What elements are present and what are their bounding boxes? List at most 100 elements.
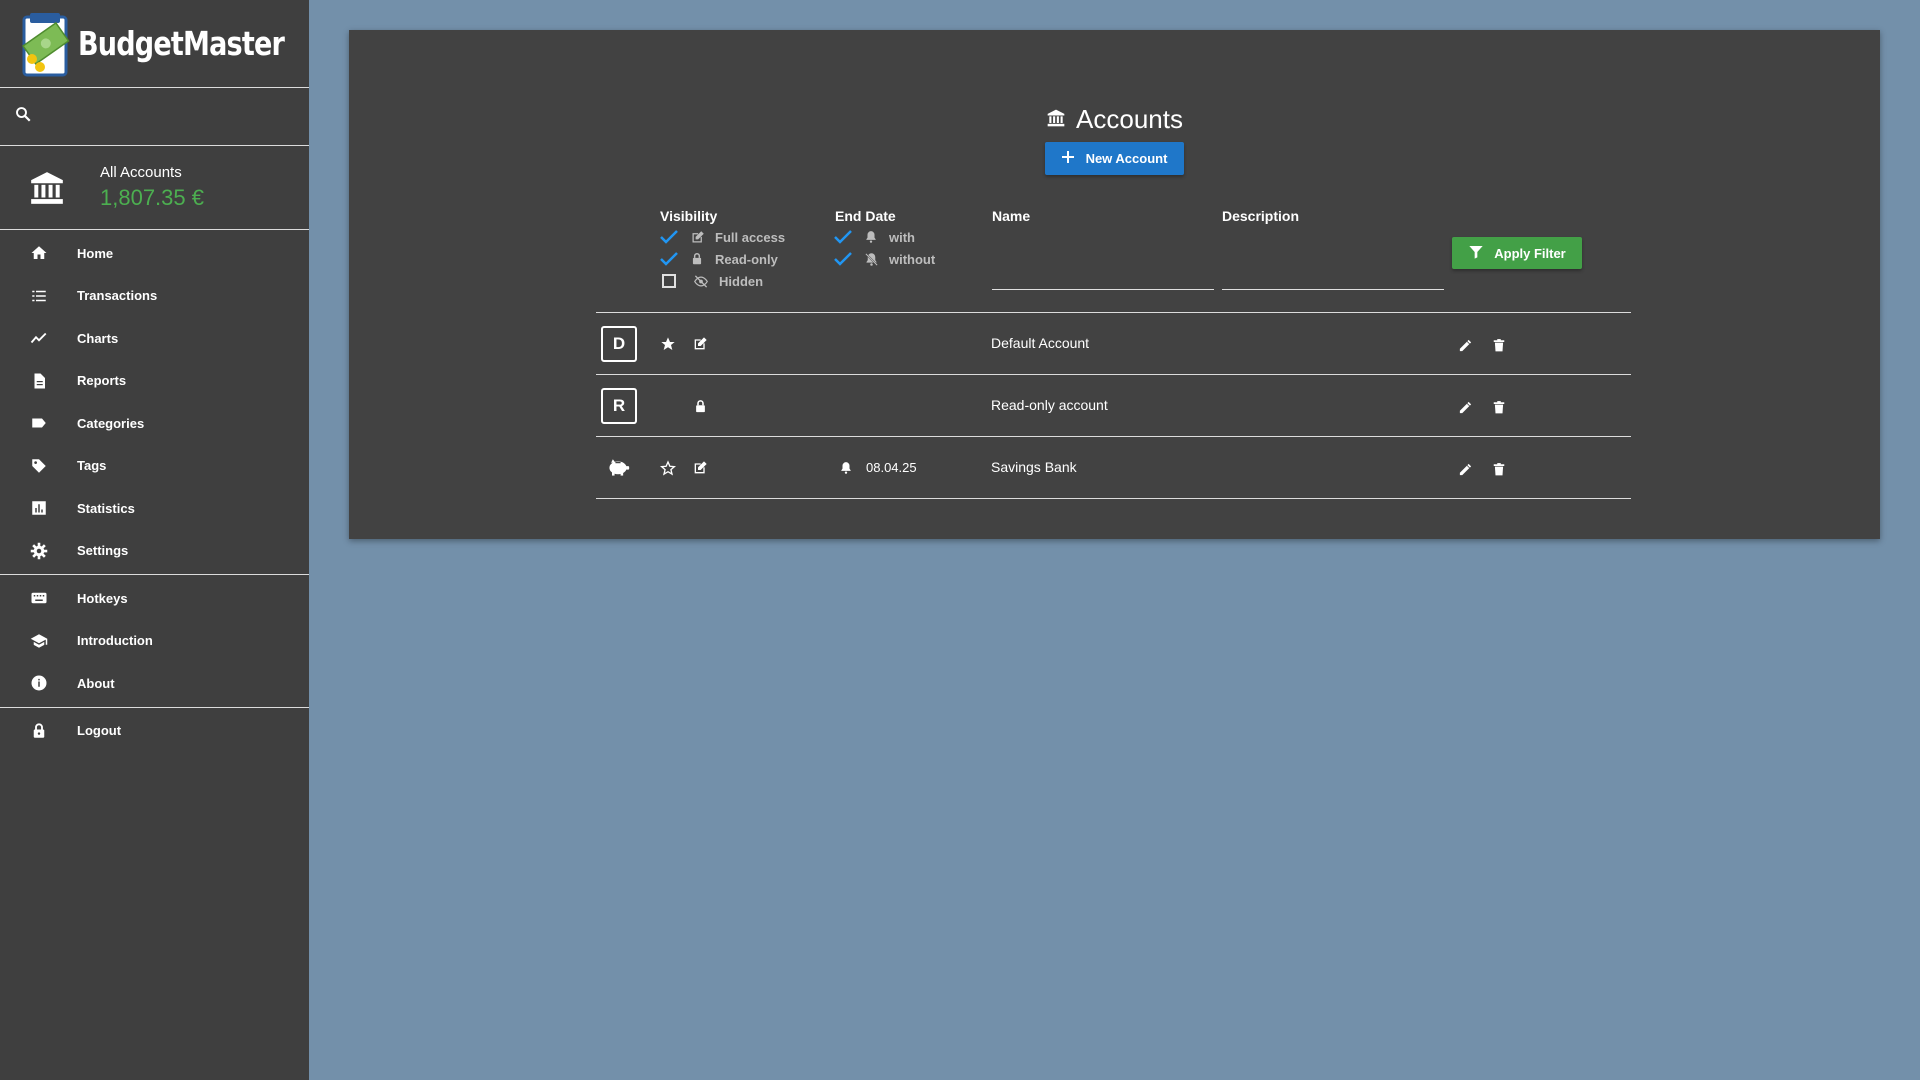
star-filled-icon[interactable] (659, 335, 677, 353)
accounts-table: D Default Account R Read-only account 08… (596, 312, 1631, 499)
account-selector[interactable]: All Accounts 1,807.35 € (0, 146, 309, 230)
trash-icon[interactable] (1490, 336, 1508, 354)
sidebar-item-label: Reports (77, 373, 127, 389)
search-icon[interactable] (14, 105, 32, 128)
sidebar-item-home[interactable]: Home (0, 232, 309, 275)
bank-icon (28, 168, 66, 208)
sidebar-item-label: Categories (77, 415, 145, 431)
trash-icon[interactable] (1490, 460, 1508, 478)
sidebar-item-label: Statistics (77, 500, 135, 516)
checkbox-checked-icon[interactable] (833, 250, 853, 268)
sidebar-item-charts[interactable]: Charts (0, 317, 309, 360)
sidebar-item-introduction[interactable]: Introduction (0, 620, 309, 663)
account-avatar: D (601, 326, 637, 362)
lock-icon (689, 251, 705, 267)
pencil-icon[interactable] (1456, 460, 1474, 478)
home-icon (28, 242, 50, 264)
sidebar-search[interactable] (0, 88, 309, 146)
sidebar: BudgetMaster All Accounts 1,807.35 € Hom… (0, 0, 309, 1080)
name-filter-label: Name (992, 208, 1031, 224)
star-outline-icon[interactable] (659, 459, 677, 477)
filter-option-without-end-date[interactable]: without (833, 250, 935, 268)
account-name: Savings Bank (991, 459, 1077, 475)
accounts-card: Accounts New Account Visibility Full acc… (349, 30, 1880, 539)
list-icon (28, 285, 50, 307)
table-row[interactable]: 08.04.25 Savings Bank (596, 437, 1631, 499)
filter-icon (1468, 244, 1484, 263)
filter-option-full-access[interactable]: Full access (659, 228, 785, 246)
new-account-label: New Account (1085, 151, 1168, 166)
plus-icon (1061, 151, 1074, 166)
filter-option-label: without (889, 251, 936, 267)
sidebar-item-logout[interactable]: Logout (0, 710, 309, 753)
tag-icon (28, 455, 50, 477)
apply-filter-button[interactable]: Apply Filter (1452, 237, 1582, 269)
sidebar-item-statistics[interactable]: Statistics (0, 487, 309, 530)
selected-account-label: All Accounts (100, 164, 182, 181)
account-name: Default Account (991, 335, 1090, 351)
chart-line-icon (28, 327, 50, 349)
page-title: Accounts (349, 104, 1880, 135)
pencil-icon[interactable] (1456, 336, 1474, 354)
table-row[interactable]: R Read-only account (596, 375, 1631, 437)
selected-account-balance: 1,807.35 € (100, 185, 204, 210)
sidebar-item-label: Logout (77, 723, 122, 739)
filter-option-with-end-date[interactable]: with (833, 228, 915, 246)
sidebar-item-reports[interactable]: Reports (0, 360, 309, 403)
filter-option-read-only[interactable]: Read-only (659, 250, 778, 268)
filter-option-label: Full access (715, 229, 786, 245)
graduation-cap-icon (28, 630, 50, 652)
apply-filter-label: Apply Filter (1494, 245, 1566, 261)
bank-icon (1046, 104, 1066, 135)
sidebar-item-hotkeys[interactable]: Hotkeys (0, 577, 309, 620)
sidebar-item-settings[interactable]: Settings (0, 530, 309, 573)
app-name: BudgetMaster (78, 24, 285, 63)
sidebar-item-categories[interactable]: Categories (0, 402, 309, 445)
sidebar-item-label: Hotkeys (77, 590, 128, 606)
nav-group-help: Hotkeys Introduction About (0, 575, 309, 708)
bell-off-icon (863, 251, 879, 267)
checkbox-unchecked-icon[interactable] (659, 272, 679, 290)
sidebar-item-tags[interactable]: Tags (0, 445, 309, 488)
keyboard-icon (28, 587, 50, 609)
eye-off-icon (693, 273, 709, 289)
filter-option-hidden[interactable]: Hidden (659, 272, 763, 290)
gear-icon (28, 540, 50, 562)
sidebar-item-label: Settings (77, 543, 129, 559)
checkbox-checked-icon[interactable] (659, 250, 679, 268)
end-date-filter-label: End Date (835, 208, 896, 224)
account-name: Read-only account (991, 397, 1108, 413)
bell-icon (837, 459, 855, 477)
sidebar-item-label: Tags (77, 458, 107, 474)
bar-chart-icon (28, 497, 50, 519)
checkbox-checked-icon[interactable] (833, 228, 853, 246)
account-avatar: R (601, 388, 637, 424)
filter-option-label: Hidden (719, 273, 764, 289)
sidebar-item-about[interactable]: About (0, 662, 309, 705)
trash-icon[interactable] (1490, 398, 1508, 416)
edit-icon (691, 335, 709, 353)
lock-icon (28, 720, 50, 742)
piggy-bank-icon (606, 457, 632, 479)
app-logo-icon (20, 11, 70, 77)
description-filter-input[interactable] (1222, 260, 1444, 290)
bell-icon (863, 229, 879, 245)
pencil-icon[interactable] (1456, 398, 1474, 416)
name-filter-input[interactable] (992, 260, 1214, 290)
nav-group-logout: Logout (0, 708, 309, 755)
logo-area[interactable]: BudgetMaster (0, 0, 309, 88)
table-row[interactable]: D Default Account (596, 313, 1631, 375)
new-account-button[interactable]: New Account (1045, 142, 1184, 175)
label-icon (28, 412, 50, 434)
sidebar-item-label: Charts (77, 330, 119, 346)
edit-icon (691, 459, 709, 477)
sidebar-item-label: About (77, 675, 115, 691)
page-title-text: Accounts (1076, 104, 1183, 134)
sidebar-item-label: Home (77, 245, 114, 261)
account-end-date: 08.04.25 (866, 460, 917, 475)
filter-option-label: with (889, 229, 915, 245)
checkbox-checked-icon[interactable] (659, 228, 679, 246)
sidebar-item-label: Transactions (77, 288, 158, 304)
info-icon (28, 672, 50, 694)
sidebar-item-transactions[interactable]: Transactions (0, 275, 309, 318)
